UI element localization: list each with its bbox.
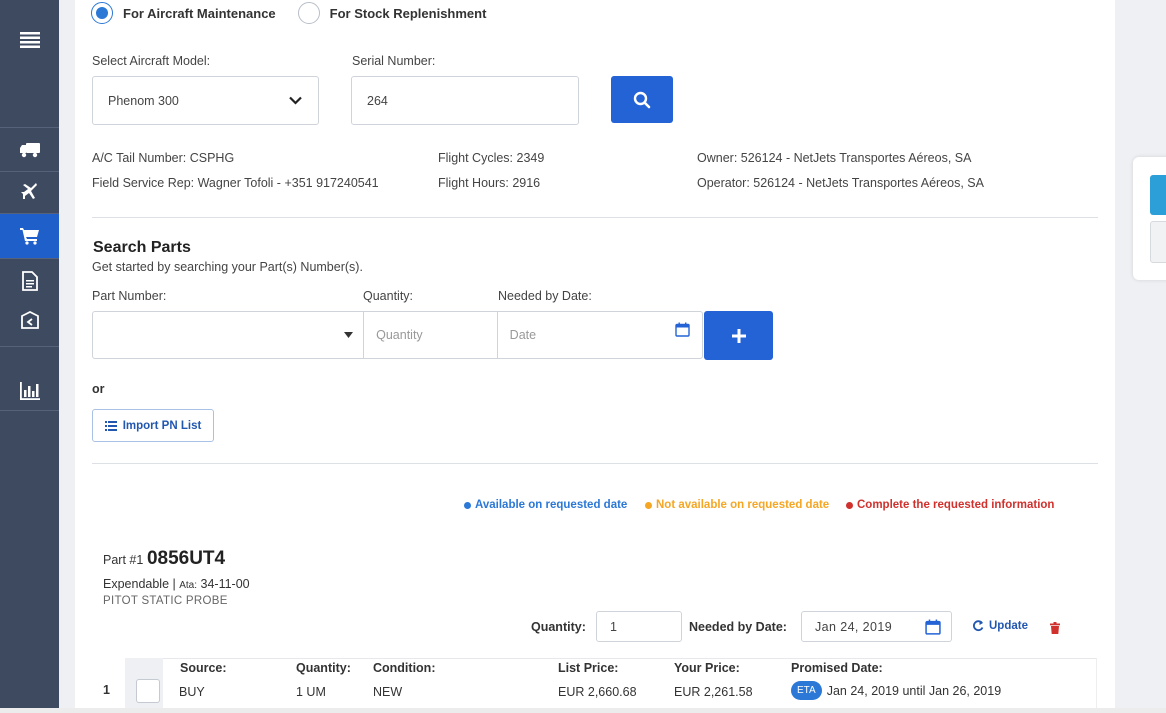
quantity-input[interactable]: Quantity: [364, 312, 498, 358]
or-text: or: [92, 382, 105, 396]
update-label: Update: [989, 620, 1028, 632]
plus-icon: [731, 328, 746, 343]
part-needed-date-label: Needed by Date:: [689, 620, 787, 634]
calendar-icon[interactable]: [925, 619, 941, 635]
part-number-label: Part Number:: [92, 289, 167, 303]
legend-not-available: Not available on requested date: [645, 499, 829, 511]
search-parts-title: Search Parts: [93, 239, 191, 256]
update-button[interactable]: Update: [972, 620, 1028, 632]
cell-quantity: 1 UM: [296, 685, 326, 699]
row-index: 1: [103, 683, 110, 697]
flight-cycles: Flight Cycles: 2349: [438, 151, 545, 165]
radio-stock-replenishment[interactable]: [297, 2, 320, 24]
part-type: Expendable |: [103, 577, 176, 591]
side-panel-secondary-button[interactable]: [1150, 221, 1166, 263]
part-quantity-label: Quantity:: [531, 620, 586, 634]
cell-promised-date: ETA Jan 24, 2019 until Jan 26, 2019: [791, 681, 1001, 700]
owner: Owner: 526124 - NetJets Transportes Aére…: [697, 151, 972, 165]
mode-radio-group: For Aircraft Maintenance For Stock Reple…: [91, 2, 508, 24]
side-panel-primary-button[interactable]: [1150, 175, 1166, 215]
cell-list-price: EUR 2,660.68: [558, 685, 637, 699]
calendar-icon[interactable]: [675, 322, 690, 337]
radio-aircraft-maintenance[interactable]: [91, 2, 113, 24]
airplane-icon[interactable]: [0, 178, 59, 206]
part-quantity-value: 1: [610, 619, 617, 634]
legend-dot: [645, 501, 652, 509]
part-meta: Expendable | Ata: 34-11-00: [103, 577, 250, 591]
part-needed-date-value: Jan 24, 2019: [815, 619, 893, 634]
part-description: PITOT STATIC PROBE: [103, 595, 228, 607]
caret-down-icon: [344, 332, 354, 338]
col-header-quantity: Quantity:: [296, 661, 351, 675]
search-button[interactable]: [611, 76, 673, 123]
part-needed-date-input[interactable]: Jan 24, 2019: [801, 611, 952, 642]
divider: [92, 217, 1098, 218]
radio-label-maintenance: For Aircraft Maintenance: [123, 5, 276, 21]
serial-number-label: Serial Number:: [352, 54, 436, 68]
quantity-label: Quantity:: [363, 289, 414, 303]
ata-value: 34-11-00: [200, 577, 250, 591]
sidebar: [0, 0, 59, 713]
col-header-condition: Condition:: [373, 661, 436, 675]
legend-text: Not available on requested date: [656, 499, 830, 511]
serial-number-input[interactable]: 264: [351, 76, 579, 125]
radio-label-stock: For Stock Replenishment: [329, 5, 487, 21]
search-icon: [633, 91, 651, 108]
col-header-your-price: Your Price:: [674, 661, 740, 675]
import-pn-list-button[interactable]: Import PN List: [92, 409, 214, 442]
part-number: 0856UT4: [146, 548, 226, 569]
bar-chart-icon[interactable]: [0, 377, 59, 405]
return-box-icon[interactable]: [0, 306, 59, 336]
eta-badge: ETA: [791, 681, 822, 700]
legend-dot: [464, 501, 471, 509]
part-number-select[interactable]: [93, 312, 365, 358]
col-header-promised-date: Promised Date:: [791, 661, 883, 675]
quantity-placeholder: Quantity: [376, 328, 423, 342]
chevron-down-icon: [289, 96, 302, 105]
legend-dot: [846, 501, 853, 509]
legend-complete-info: Complete the requested information: [846, 499, 1054, 511]
col-header-list-price: List Price:: [558, 661, 619, 675]
tail-number: A/C Tail Number: CSPHG: [92, 151, 235, 165]
part-heading: Part #1 0856UT4: [103, 548, 225, 570]
hamburger-menu-icon[interactable]: [0, 26, 59, 54]
list-icon: [104, 420, 117, 431]
legend-available: Available on requested date: [464, 499, 627, 511]
date-placeholder: Date: [509, 328, 537, 342]
legend-text: Available on requested date: [475, 499, 628, 511]
bottom-strip: [0, 708, 1166, 713]
part-quantity-input[interactable]: 1: [596, 611, 682, 642]
date-input[interactable]: Date: [498, 312, 702, 358]
trash-icon[interactable]: [1050, 622, 1060, 634]
legend-text: Complete the requested information: [857, 499, 1055, 511]
field-service-rep: Field Service Rep: Wagner Tofoli - +351 …: [92, 176, 379, 190]
ata-label: Ata:: [179, 580, 198, 591]
operator: Operator: 526124 - NetJets Transportes A…: [697, 176, 984, 190]
add-part-button[interactable]: [704, 311, 773, 360]
promised-date-value: Jan 24, 2019 until Jan 26, 2019: [826, 683, 1002, 698]
divider: [92, 463, 1098, 464]
truck-icon[interactable]: [0, 136, 59, 164]
cart-icon[interactable]: [0, 214, 59, 258]
aircraft-model-label: Select Aircraft Model:: [92, 54, 211, 68]
serial-number-value: 264: [367, 93, 388, 108]
cell-condition: NEW: [373, 685, 403, 699]
search-parts-subtitle: Get started by searching your Part(s) Nu…: [92, 260, 363, 274]
refresh-icon: [973, 620, 984, 632]
import-pn-list-label: Import PN List: [122, 419, 202, 432]
col-header-source: Source:: [180, 661, 227, 675]
aircraft-model-select[interactable]: Phenom 300: [92, 76, 319, 125]
cell-your-price: EUR 2,261.58: [674, 685, 753, 699]
main-panel: For Aircraft Maintenance For Stock Reple…: [75, 0, 1115, 713]
cell-source: BUY: [179, 685, 205, 699]
document-icon[interactable]: [0, 266, 59, 296]
aircraft-model-value: Phenom 300: [108, 93, 179, 108]
part-prefix: Part #1: [103, 553, 144, 567]
needed-date-label: Needed by Date:: [498, 289, 592, 303]
flight-hours: Flight Hours: 2916: [438, 176, 541, 190]
part-search-fields: Quantity Date: [92, 311, 703, 359]
row-checkbox[interactable]: [136, 679, 160, 703]
